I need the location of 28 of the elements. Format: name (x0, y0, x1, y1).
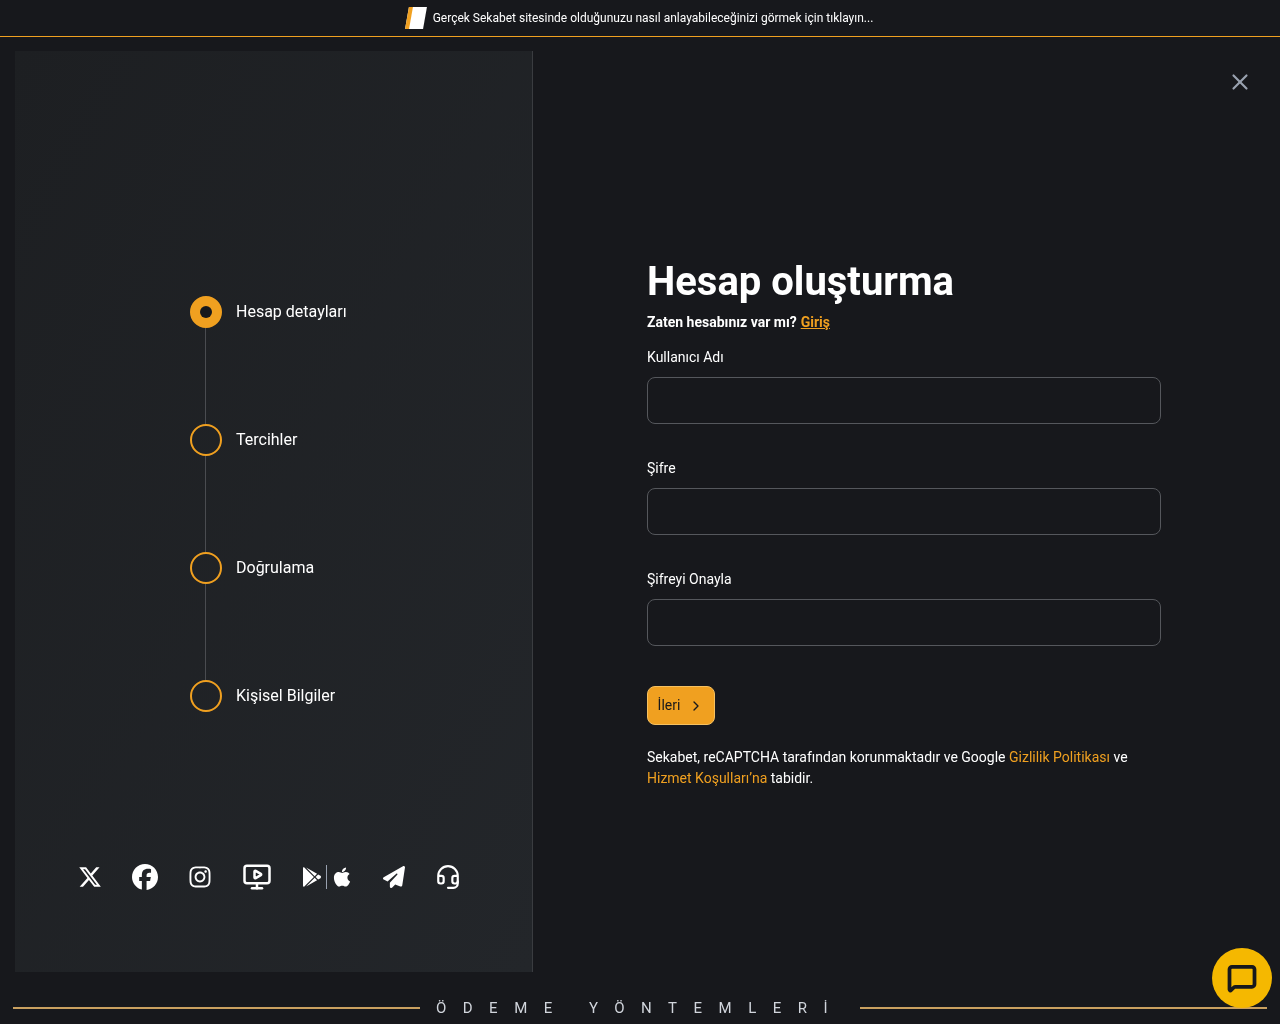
payment-methods-heading: ÖDEME YÖNTEMLERİ (435, 998, 845, 1019)
paper-plane-icon[interactable] (383, 866, 405, 888)
video-player-icon[interactable] (242, 862, 272, 892)
facebook-logo-icon[interactable] (132, 864, 158, 890)
form-title: Hesap oluşturma (647, 257, 955, 307)
instagram-logo-icon[interactable] (188, 865, 212, 889)
x-logo-icon[interactable] (78, 865, 102, 889)
chat-button[interactable] (1212, 948, 1272, 1008)
step-label: Tercihler (236, 429, 298, 451)
banner-text[interactable]: Gerçek Sekabet sitesinde olduğunuzu nasıl anlayabileceğinizi görmek için tıklayın... (432, 9, 874, 27)
input-field[interactable] (647, 488, 1161, 535)
chat-bubble-icon (1227, 963, 1257, 993)
step-label: Hesap detayları (236, 301, 347, 323)
next-button[interactable]: İleri (647, 686, 715, 725)
login-link[interactable]: Giriş (800, 312, 830, 333)
policy-link[interactable]: Gizlilik Politikası (1009, 749, 1110, 765)
login-prompt: Zaten hesabınız var mı? (647, 313, 797, 332)
headset-icon[interactable] (435, 864, 461, 890)
policy-link[interactable]: Hizmet Koşulları’na (647, 770, 768, 786)
field-label: Kullanıcı Adı (647, 348, 725, 367)
step-label: Kişisel Bilgiler (236, 685, 336, 707)
input-field[interactable] (647, 377, 1161, 424)
input-field[interactable] (647, 599, 1161, 646)
field-label: Şifreyi Onayla (647, 570, 733, 589)
app-store-icon[interactable] (302, 865, 353, 889)
field-label: Şifre (647, 459, 677, 478)
recaptcha-notice: Sekabet, reCAPTCHA tarafından korunmaktadır ve Google Gizlilik Politikası ve Hizmet Koşulları’na tabidir. (647, 748, 1129, 788)
step-label: Doğrulama (236, 557, 315, 579)
